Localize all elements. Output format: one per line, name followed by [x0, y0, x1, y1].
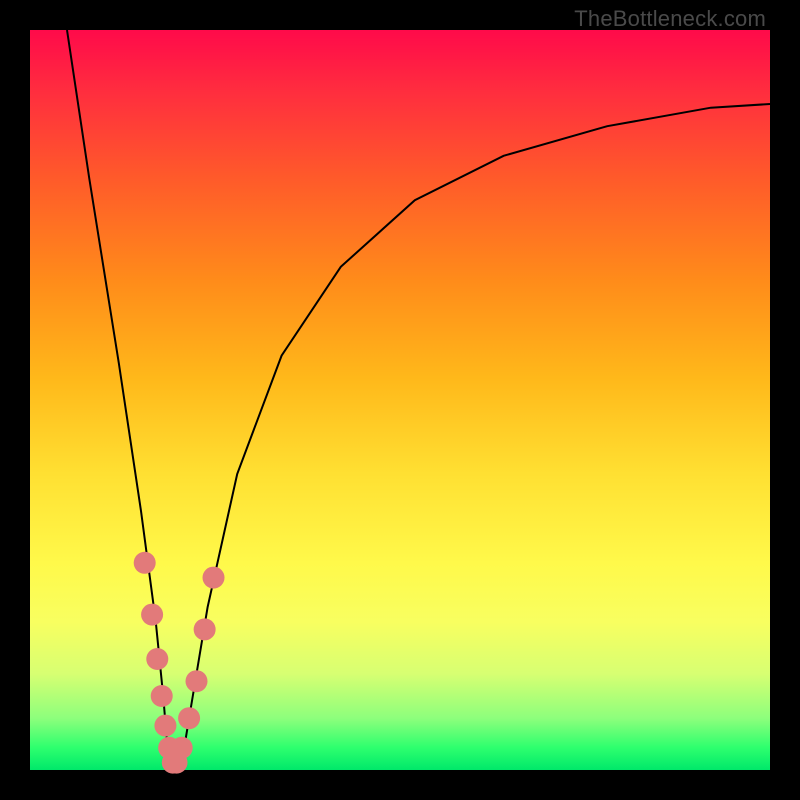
marker-dot: [134, 552, 156, 574]
chart-frame: TheBottleneck.com: [0, 0, 800, 800]
highlighted-points: [134, 552, 225, 774]
marker-dot: [141, 604, 163, 626]
plot-area: [30, 30, 770, 770]
bottleneck-curve: [67, 30, 770, 770]
curve-svg: [30, 30, 770, 770]
marker-dot: [178, 707, 200, 729]
marker-dot: [146, 648, 168, 670]
marker-dot: [154, 715, 176, 737]
marker-dot: [171, 737, 193, 759]
watermark-text: TheBottleneck.com: [574, 6, 766, 32]
marker-dot: [151, 685, 173, 707]
marker-dot: [194, 618, 216, 640]
marker-dot: [186, 670, 208, 692]
marker-dot: [203, 567, 225, 589]
